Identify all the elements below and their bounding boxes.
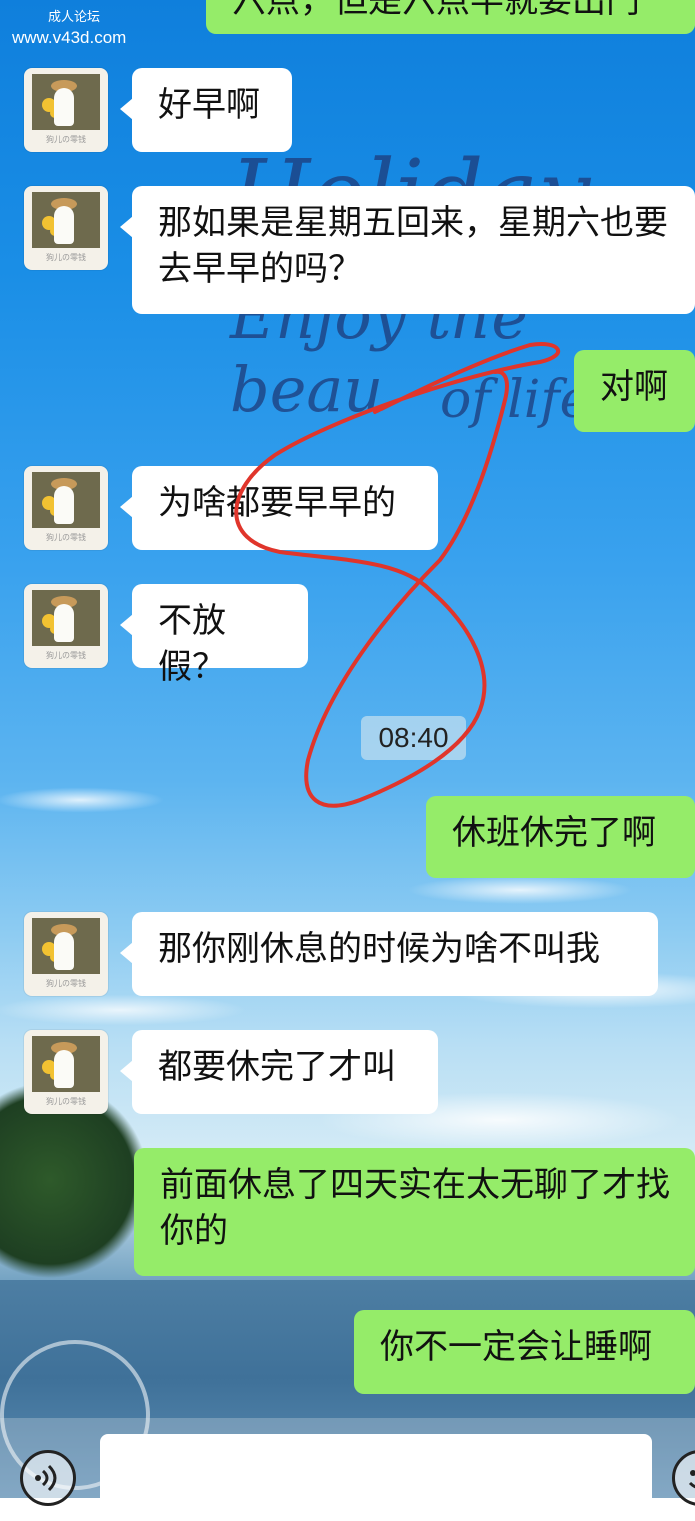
- message-text: 六点，但是六点半就要出门: [232, 0, 640, 21]
- message-text: 为啥都要早早的: [158, 483, 396, 523]
- message-bubble-incoming[interactable]: 都要休完了才叫: [120, 1030, 438, 1114]
- message-bubble-outgoing[interactable]: 你不一定会让睡啊: [354, 1310, 695, 1394]
- message-bubble-incoming[interactable]: 那你刚休息的时候为啥不叫我: [120, 912, 658, 996]
- contact-avatar[interactable]: 狗儿の零钱: [24, 68, 108, 152]
- message-input[interactable]: [100, 1434, 652, 1498]
- background-script-life: of life: [440, 370, 591, 430]
- message-bubble-incoming[interactable]: 为啥都要早早的: [120, 466, 438, 550]
- watermark-site: www.v43d.com: [12, 28, 127, 47]
- message-text: 前面休息了四天实在太无聊了才找你的: [160, 1165, 670, 1251]
- message-text: 你不一定会让睡啊: [380, 1327, 652, 1367]
- message-bubble-incoming[interactable]: 不放假？: [120, 584, 308, 687]
- message-text: 那你刚休息的时候为啥不叫我: [158, 929, 600, 969]
- contact-avatar[interactable]: 狗儿の零钱: [24, 912, 108, 996]
- contact-avatar[interactable]: 狗儿の零钱: [24, 466, 108, 550]
- contact-avatar[interactable]: 狗儿の零钱: [24, 584, 108, 668]
- message-timestamp: 08:40: [361, 716, 466, 760]
- message-bubble-outgoing[interactable]: 前面休息了四天实在太无聊了才找你的: [134, 1148, 695, 1276]
- message-bubble-incoming[interactable]: 那如果是星期五回来，星期六也要去早早的吗？: [120, 186, 695, 314]
- contact-avatar[interactable]: 狗儿の零钱: [24, 186, 108, 270]
- message-text: 对啊: [600, 367, 668, 407]
- message-bubble-outgoing[interactable]: 对啊: [574, 350, 695, 432]
- message-bubble-incoming[interactable]: 好早啊: [120, 68, 292, 152]
- message-text: 休班休完了啊: [452, 813, 656, 853]
- message-text: 不放假？: [158, 601, 226, 687]
- message-text: 那如果是星期五回来，星期六也要去早早的吗？: [158, 203, 668, 289]
- watermark-label: 成人论坛: [48, 10, 101, 25]
- message-bubble-outgoing[interactable]: 六点，但是六点半就要出门: [206, 0, 695, 34]
- contact-avatar[interactable]: 狗儿の零钱: [24, 1030, 108, 1114]
- message-bubble-outgoing[interactable]: 休班休完了啊: [426, 796, 695, 878]
- message-text: 好早啊: [158, 85, 260, 125]
- message-text: 都要休完了才叫: [158, 1047, 396, 1087]
